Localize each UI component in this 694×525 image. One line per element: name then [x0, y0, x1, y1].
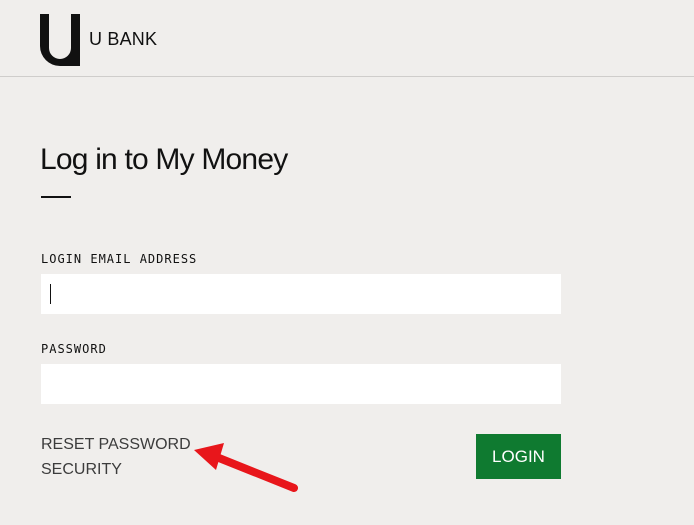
- password-field[interactable]: [41, 364, 561, 404]
- brand-name: U BANK: [89, 29, 158, 49]
- title-underline: [41, 196, 71, 198]
- text-caret: [50, 284, 51, 304]
- email-label: LOGIN EMAIL ADDRESS: [41, 252, 198, 266]
- login-button[interactable]: LOGIN: [476, 434, 561, 479]
- password-label: PASSWORD: [41, 342, 107, 356]
- security-link[interactable]: SECURITY: [41, 461, 122, 479]
- u-bank-logo-icon[interactable]: [40, 14, 80, 66]
- site-header: U BANK: [0, 0, 694, 77]
- email-field[interactable]: [41, 274, 561, 314]
- page-title: Log in to My Money: [40, 143, 288, 176]
- reset-password-link[interactable]: RESET PASSWORD: [41, 436, 191, 454]
